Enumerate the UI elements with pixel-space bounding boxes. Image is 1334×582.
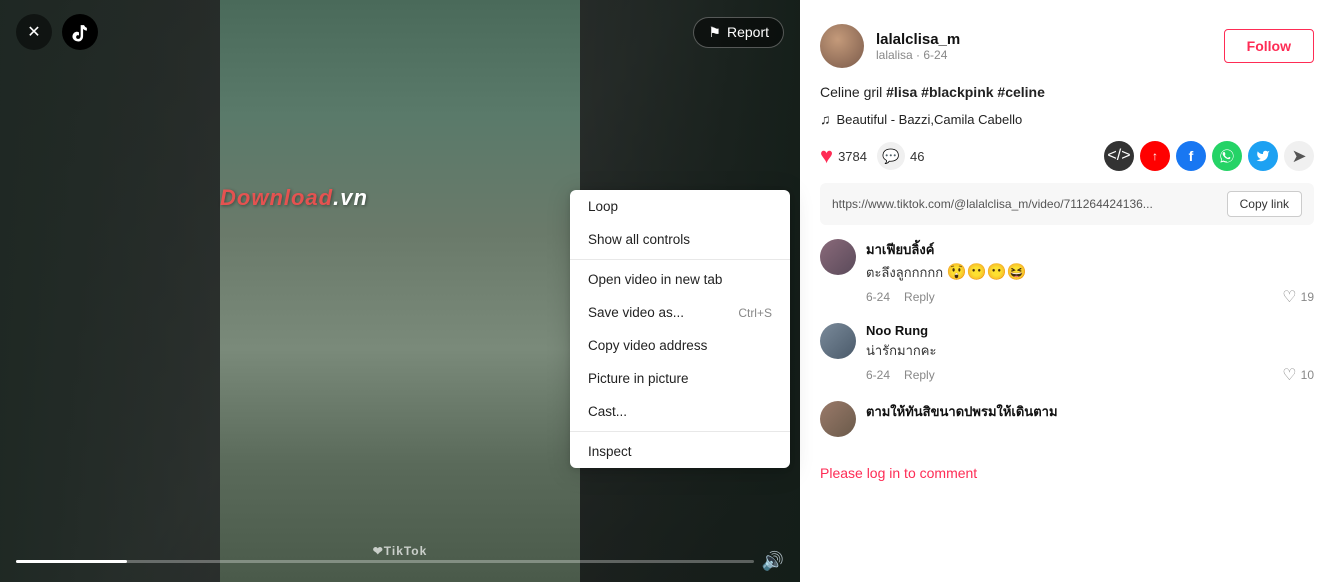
context-menu-picture-in-picture[interactable]: Picture in picture: [570, 362, 790, 395]
comment-text: ตะลึงลูกกกกก 😲😶😶😆: [866, 262, 1314, 283]
comment-meta: 6-24 Reply ♡ 10: [866, 365, 1314, 385]
flag-icon: ⚑: [708, 24, 721, 41]
loop-label: Loop: [588, 199, 618, 214]
caption-tags[interactable]: #lisa #blackpink #celine: [886, 84, 1045, 100]
twitter-share-button[interactable]: [1248, 141, 1278, 171]
share-red-button[interactable]: ↑: [1140, 141, 1170, 171]
context-menu-show-controls[interactable]: Show all controls: [570, 223, 790, 256]
comment-username: มาเฟียบลิ้งค์: [866, 239, 1314, 260]
music-name[interactable]: Beautiful - Bazzi,Camila Cabello: [837, 112, 1023, 127]
user-info: lalalclisa_m lalalisa · 6-24: [876, 31, 1212, 62]
context-menu-copy-address[interactable]: Copy video address: [570, 329, 790, 362]
share-icons: </> ↑ f ➤: [1104, 141, 1314, 171]
comment-button[interactable]: 💬 46: [877, 142, 924, 170]
comment-text: น่ารักมากคะ: [866, 340, 1314, 361]
avatar[interactable]: [820, 24, 864, 68]
comment-item: ตามให้ทันสิขนาดปพรมให้เดินตาม: [820, 401, 1314, 437]
comment-username: Noo Rung: [866, 323, 1314, 338]
video-bottombar: 🔊: [0, 541, 800, 582]
copy-link-button[interactable]: Copy link: [1227, 191, 1302, 217]
comment-avatar: [820, 323, 856, 359]
volume-icon[interactable]: 🔊: [762, 551, 784, 572]
divider-2: [570, 431, 790, 432]
music-line: ♫ Beautiful - Bazzi,Camila Cabello: [820, 111, 1314, 127]
context-menu-open-new-tab[interactable]: Open video in new tab: [570, 263, 790, 296]
comment-item: Noo Rung น่ารักมากคะ 6-24 Reply ♡ 10: [820, 323, 1314, 385]
context-menu-loop[interactable]: Loop: [570, 190, 790, 223]
comment-date: 6-24: [866, 368, 890, 382]
comment-body: Noo Rung น่ารักมากคะ 6-24 Reply ♡ 10: [866, 323, 1314, 385]
show-controls-label: Show all controls: [588, 232, 690, 247]
comments-count: 46: [910, 149, 924, 164]
caption: Celine gril #lisa #blackpink #celine: [820, 82, 1314, 103]
video-panel: Download.vn ✕ ⚑ Report ❤TikTok 🔊 Loop: [0, 0, 800, 582]
comment-date: 6-24: [866, 290, 890, 304]
like-heart-icon[interactable]: ♡: [1282, 365, 1296, 385]
copy-address-label: Copy video address: [588, 338, 707, 353]
comment-meta: 6-24 Reply ♡ 19: [866, 287, 1314, 307]
open-new-tab-label: Open video in new tab: [588, 272, 722, 287]
comment-avatar: [820, 401, 856, 437]
username[interactable]: lalalclisa_m: [876, 31, 1212, 48]
comment-like: ♡ 10: [1282, 365, 1314, 385]
whatsapp-share-button[interactable]: [1212, 141, 1242, 171]
report-button[interactable]: ⚑ Report: [693, 17, 784, 48]
comment-like: ♡ 19: [1282, 287, 1314, 307]
context-menu-cast[interactable]: Cast...: [570, 395, 790, 428]
like-button[interactable]: ♥ 3784: [820, 143, 867, 169]
like-count: 19: [1301, 290, 1314, 304]
comment-item: มาเฟียบลิ้งค์ ตะลึงลูกกกกก 😲😶😶😆 6-24 Rep…: [820, 239, 1314, 307]
tiktok-logo: [62, 14, 98, 50]
like-heart-icon[interactable]: ♡: [1282, 287, 1296, 307]
save-video-label: Save video as...: [588, 305, 684, 320]
login-prompt[interactable]: Please log in to comment: [820, 453, 1314, 493]
embed-button[interactable]: </>: [1104, 141, 1134, 171]
close-button[interactable]: ✕: [16, 14, 52, 50]
music-icon: ♫: [820, 111, 831, 127]
save-shortcut: Ctrl+S: [738, 306, 772, 320]
pip-label: Picture in picture: [588, 371, 689, 386]
follow-button[interactable]: Follow: [1224, 29, 1314, 63]
heart-icon: ♥: [820, 143, 833, 169]
comments-area: มาเฟียบลิ้งค์ ตะลึงลูกกกกก 😲😶😶😆 6-24 Rep…: [820, 239, 1314, 582]
reply-button[interactable]: Reply: [904, 290, 935, 304]
actions-row: ♥ 3784 💬 46 </> ↑ f ➤: [820, 141, 1314, 171]
user-header: lalalclisa_m lalalisa · 6-24 Follow: [820, 24, 1314, 68]
user-sub: lalalisa · 6-24: [876, 48, 1212, 62]
comment-avatar: [820, 239, 856, 275]
video-blur-left: [0, 0, 220, 582]
likes-count: 3784: [838, 149, 867, 164]
context-menu: Loop Show all controls Open video in new…: [570, 190, 790, 468]
inspect-label: Inspect: [588, 444, 632, 459]
comment-username: ตามให้ทันสิขนาดปพรมให้เดินตาม: [866, 401, 1314, 422]
caption-normal: Celine gril: [820, 84, 886, 100]
comment-body: มาเฟียบลิ้งค์ ตะลึงลูกกกกก 😲😶😶😆 6-24 Rep…: [866, 239, 1314, 307]
link-url: https://www.tiktok.com/@lalalclisa_m/vid…: [832, 197, 1217, 211]
progress-fill: [16, 560, 127, 563]
video-person-silhouette: [220, 0, 580, 582]
facebook-share-button[interactable]: f: [1176, 141, 1206, 171]
like-count: 10: [1301, 368, 1314, 382]
forward-share-button[interactable]: ➤: [1284, 141, 1314, 171]
context-menu-inspect[interactable]: Inspect: [570, 435, 790, 468]
divider-1: [570, 259, 790, 260]
report-label: Report: [727, 24, 769, 40]
comment-bubble: 💬: [877, 142, 905, 170]
comment-body: ตามให้ทันสิขนาดปพรมให้เดินตาม: [866, 401, 1314, 424]
reply-button[interactable]: Reply: [904, 368, 935, 382]
cast-label: Cast...: [588, 404, 627, 419]
right-panel: lalalclisa_m lalalisa · 6-24 Follow Celi…: [800, 0, 1334, 582]
progress-bar[interactable]: [16, 560, 754, 563]
link-bar: https://www.tiktok.com/@lalalclisa_m/vid…: [820, 183, 1314, 225]
context-menu-save-video[interactable]: Save video as... Ctrl+S: [570, 296, 790, 329]
video-topbar: ✕ ⚑ Report: [0, 0, 800, 64]
